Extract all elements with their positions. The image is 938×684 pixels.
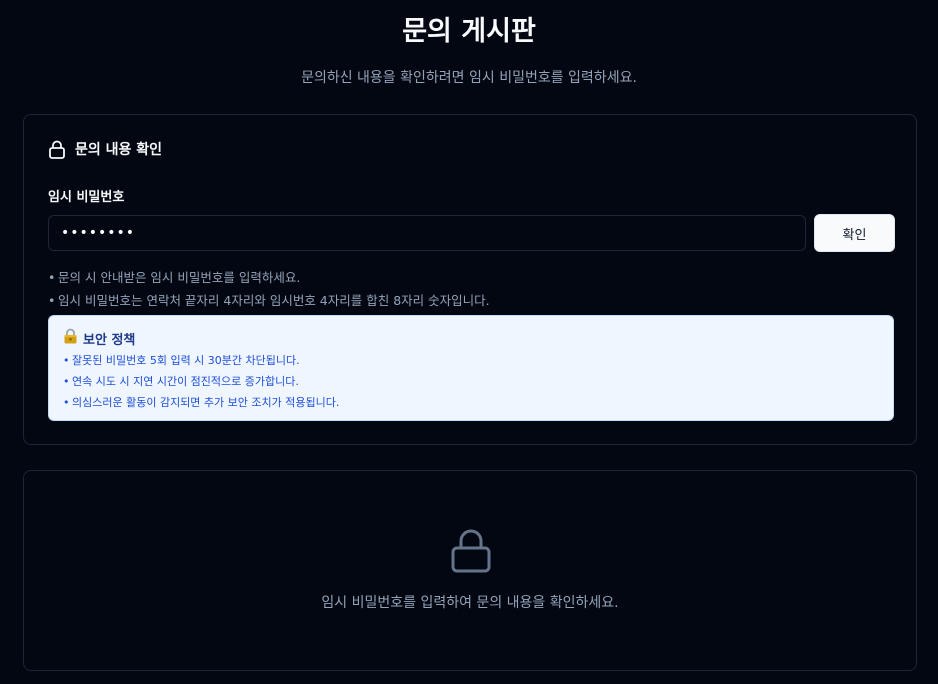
temp-password-input[interactable] (48, 215, 806, 251)
confirm-button[interactable]: 확인 (814, 214, 895, 252)
password-label: 임시 비밀번호 (48, 190, 125, 205)
padlock-emoji-icon (63, 328, 78, 348)
verify-card-title: 문의 내용 확인 (75, 142, 163, 158)
policy-item: • 연속 시도 시 지연 시간이 점진적으로 증가합니다. (63, 375, 299, 388)
security-policy-box: 보안 정책 • 잘못된 비밀번호 5회 입력 시 30분간 차단됩니다. • 연속 … (48, 315, 894, 421)
help-list: • 문의 시 안내받은 임시 비밀번호를 입력하세요. • 임시 비밀번호는 연락처… (48, 266, 490, 312)
policy-item: • 의심스러운 활동이 감지되면 추가 보안 조치가 적용됩니다. (63, 396, 340, 409)
security-policy-title: 보안 정책 (63, 328, 879, 348)
inquiry-board-page: 문의 게시판 문의하신 내용을 확인하려면 임시 비밀번호를 입력하세요. 문의… (0, 0, 938, 684)
page-subtitle: 문의하신 내용을 확인하려면 임시 비밀번호를 입력하세요. (301, 70, 637, 86)
help-item: • 문의 시 안내받은 임시 비밀번호를 입력하세요. (48, 270, 301, 285)
page-title: 문의 게시판 (402, 16, 536, 47)
verify-card-header: 문의 내용 확인 (48, 139, 162, 159)
verify-card: 문의 내용 확인 임시 비밀번호 확인 • 문의 시 안내받은 임시 비밀번호를 … (23, 114, 917, 445)
policy-item: • 잘못된 비밀번호 5회 입력 시 30분간 차단됩니다. (63, 354, 300, 367)
lock-icon (48, 140, 66, 159)
empty-state-card: 임시 비밀번호를 입력하여 문의 내용을 확인하세요. (23, 470, 917, 671)
lock-icon (450, 528, 492, 578)
security-policy-list: • 잘못된 비밀번호 5회 입력 시 30분간 차단됩니다. • 연속 시도 시 지… (63, 350, 879, 413)
help-item: • 임시 비밀번호는 연락처 끝자리 4자리와 임시번호 4자리를 합친 8자리 … (48, 293, 490, 308)
empty-state-message: 임시 비밀번호를 입력하여 문의 내용을 확인하세요. (321, 595, 619, 611)
